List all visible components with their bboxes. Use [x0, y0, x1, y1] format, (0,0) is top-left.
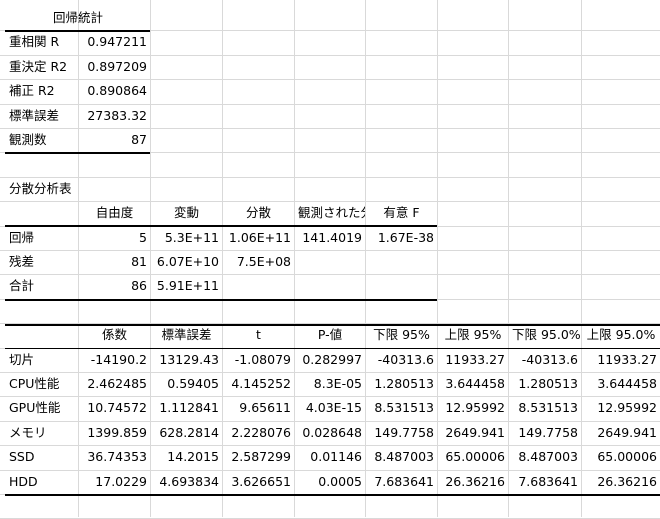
coef-header[interactable]: 係数	[79, 323, 150, 347]
anova-value[interactable]: 1.06E+11	[223, 226, 294, 250]
coef-value[interactable]: 8.487003	[366, 445, 437, 469]
coef-value[interactable]: 8.531513	[366, 396, 437, 420]
table-border	[5, 299, 437, 301]
stat-value[interactable]: 0.897209	[79, 55, 150, 79]
coef-value[interactable]: -40313.6	[366, 348, 437, 372]
coef-header[interactable]: 下限 95%	[366, 323, 437, 347]
coef-value[interactable]: 0.59405	[151, 372, 222, 396]
coef-header[interactable]: 標準誤差	[151, 323, 222, 347]
table-border	[5, 494, 660, 496]
coef-row-label[interactable]: SSD	[6, 445, 78, 469]
coef-value[interactable]: 2649.941	[438, 421, 508, 445]
coef-value[interactable]: -1.08079	[223, 348, 294, 372]
coef-row-label[interactable]: メモリ	[6, 421, 78, 445]
coef-value[interactable]: 1.280513	[366, 372, 437, 396]
coef-value[interactable]: 1.112841	[151, 396, 222, 420]
coef-value[interactable]: 149.7758	[509, 421, 581, 445]
coef-value[interactable]: 4.693834	[151, 470, 222, 494]
anova-value[interactable]: 81	[79, 250, 150, 274]
coef-value[interactable]: 3.626651	[223, 470, 294, 494]
coef-header[interactable]: t	[223, 323, 294, 347]
coef-value[interactable]: 65.00006	[582, 445, 660, 469]
anova-header[interactable]: 分散	[223, 201, 294, 225]
stat-label[interactable]: 標準誤差	[6, 104, 78, 128]
coef-row-label[interactable]: GPU性能	[6, 396, 78, 420]
coef-value[interactable]: 17.0229	[79, 470, 150, 494]
stat-label[interactable]: 補正 R2	[6, 79, 78, 103]
coef-value[interactable]: 8.487003	[509, 445, 581, 469]
coef-value[interactable]: 14.2015	[151, 445, 222, 469]
coef-header[interactable]: P-値	[295, 323, 365, 347]
coef-value[interactable]: 2.462485	[79, 372, 150, 396]
coef-value[interactable]: 10.74572	[79, 396, 150, 420]
coef-value[interactable]: 0.0005	[295, 470, 365, 494]
stat-value[interactable]: 0.947211	[79, 30, 150, 54]
anova-value[interactable]: 141.4019	[295, 226, 365, 250]
coef-value[interactable]: 0.282997	[295, 348, 365, 372]
stat-label[interactable]: 重決定 R2	[6, 55, 78, 79]
stat-label[interactable]: 観測数	[6, 128, 78, 152]
anova-title[interactable]: 分散分析表	[6, 177, 150, 201]
anova-header[interactable]: 観測された分散比	[295, 201, 365, 225]
anova-value[interactable]: 5.3E+11	[151, 226, 222, 250]
coef-value[interactable]: 2.587299	[223, 445, 294, 469]
coef-value[interactable]: 4.145252	[223, 372, 294, 396]
anova-value[interactable]: 86	[79, 274, 150, 298]
coef-value[interactable]: 12.95992	[438, 396, 508, 420]
coef-value[interactable]: 13129.43	[151, 348, 222, 372]
coef-header[interactable]: 下限 95.0%	[509, 323, 581, 347]
coef-value[interactable]: 2.228076	[223, 421, 294, 445]
stat-value[interactable]: 27383.32	[79, 104, 150, 128]
stat-value[interactable]: 87	[79, 128, 150, 152]
coef-row-label[interactable]: CPU性能	[6, 372, 78, 396]
coef-value[interactable]: 4.03E-15	[295, 396, 365, 420]
coef-value[interactable]: 7.683641	[509, 470, 581, 494]
coef-value[interactable]: 26.36216	[582, 470, 660, 494]
coef-value[interactable]: 149.7758	[366, 421, 437, 445]
anova-row-label[interactable]: 残差	[6, 250, 78, 274]
anova-header[interactable]: 変動	[151, 201, 222, 225]
spreadsheet-grid[interactable]: 回帰統計 重相関 R 0.947211 重決定 R2 0.897209 補正 R2 0.89…	[0, 0, 660, 519]
anova-row-label[interactable]: 回帰	[6, 226, 78, 250]
coef-value[interactable]: 11933.27	[438, 348, 508, 372]
table-border	[5, 152, 150, 154]
coef-value[interactable]: 3.644458	[582, 372, 660, 396]
coef-value[interactable]: 628.2814	[151, 421, 222, 445]
coef-value[interactable]: 8.531513	[509, 396, 581, 420]
anova-value[interactable]: 1.67E-38	[366, 226, 437, 250]
stat-label[interactable]: 重相関 R	[6, 30, 78, 54]
coef-value[interactable]: 8.3E-05	[295, 372, 365, 396]
anova-row-label[interactable]: 合計	[6, 274, 78, 298]
coef-value[interactable]: 0.028648	[295, 421, 365, 445]
coef-row-label[interactable]: HDD	[6, 470, 78, 494]
coef-value[interactable]: 0.01146	[295, 445, 365, 469]
anova-value[interactable]: 5	[79, 226, 150, 250]
coef-value[interactable]: 26.36216	[438, 470, 508, 494]
regression-stats-title[interactable]: 回帰統計	[6, 6, 150, 30]
coef-value[interactable]: 1.280513	[509, 372, 581, 396]
anova-value[interactable]: 5.91E+11	[151, 274, 222, 298]
anova-value[interactable]: 7.5E+08	[223, 250, 294, 274]
coef-value[interactable]: 2649.941	[582, 421, 660, 445]
coef-value[interactable]: 7.683641	[366, 470, 437, 494]
stat-value[interactable]: 0.890864	[79, 79, 150, 103]
coef-value[interactable]: 3.644458	[438, 372, 508, 396]
coef-value[interactable]: -14190.2	[79, 348, 150, 372]
anova-value[interactable]: 6.07E+10	[151, 250, 222, 274]
coef-value[interactable]: 9.65611	[223, 396, 294, 420]
anova-header[interactable]: 自由度	[79, 201, 150, 225]
coef-header[interactable]: 上限 95%	[438, 323, 508, 347]
coef-value[interactable]: 36.74353	[79, 445, 150, 469]
anova-header[interactable]: 有意 F	[366, 201, 437, 225]
coef-value[interactable]: 11933.27	[582, 348, 660, 372]
coef-value[interactable]: -40313.6	[509, 348, 581, 372]
coef-row-label[interactable]: 切片	[6, 348, 78, 372]
coef-value[interactable]: 65.00006	[438, 445, 508, 469]
coef-value[interactable]: 1399.859	[79, 421, 150, 445]
coef-header[interactable]: 上限 95.0%	[582, 323, 660, 347]
coef-value[interactable]: 12.95992	[582, 396, 660, 420]
